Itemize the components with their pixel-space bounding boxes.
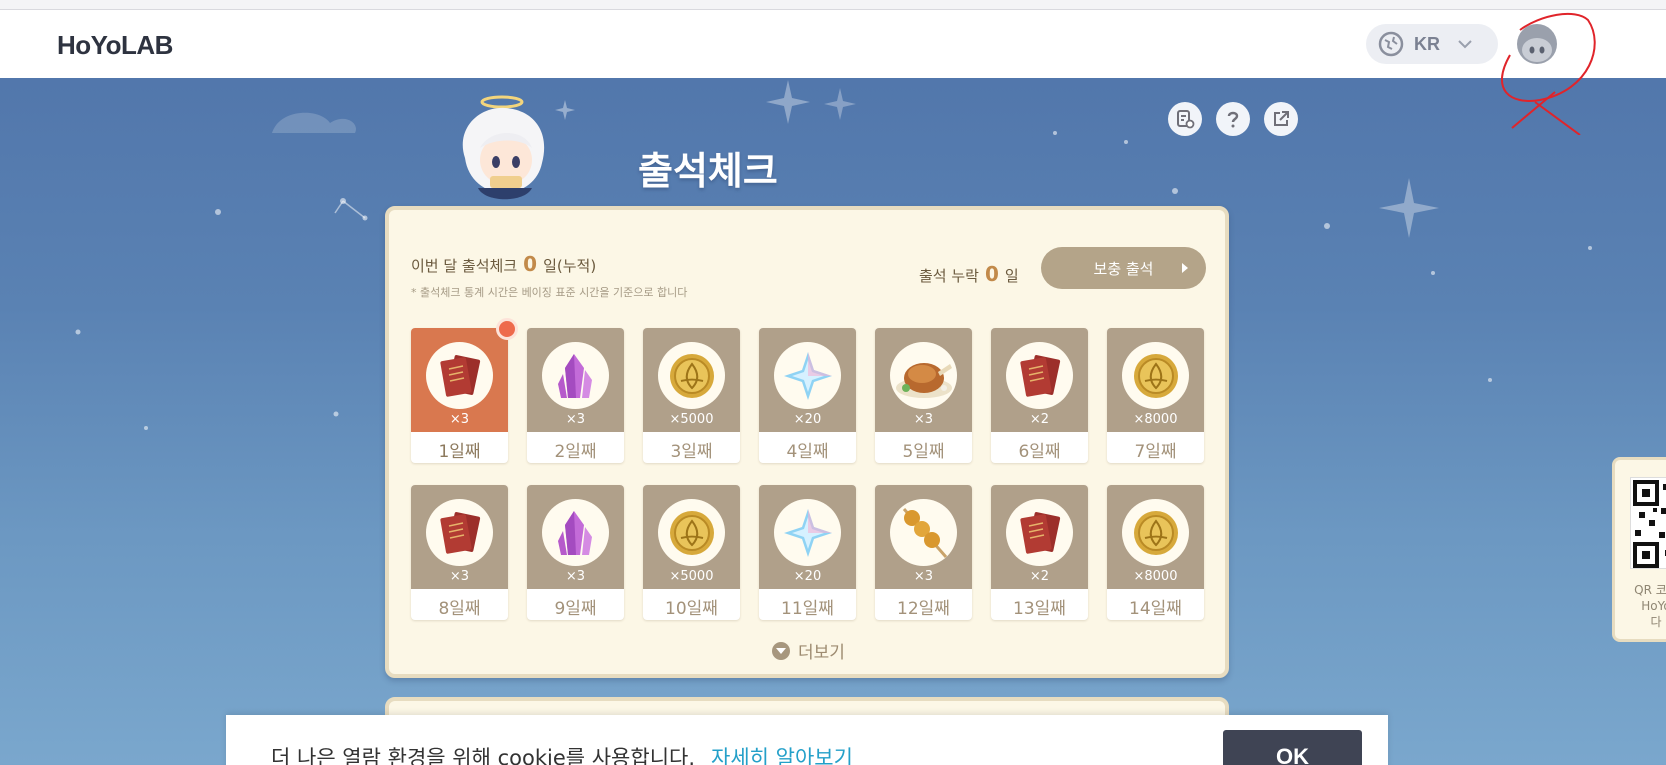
reward-grid: ×3 1일째 ×3 2일째 ×5000 3일째 ×20 4일째 ×3 5일째 ×2 6일째 ×8000 7… <box>411 318 1211 620</box>
external-link-icon <box>1274 111 1289 126</box>
show-more-button[interactable]: 더보기 <box>772 638 845 663</box>
missed-unit: 일 <box>1004 267 1019 285</box>
makeup-checkin-button[interactable]: 보충 출석 <box>1041 247 1206 289</box>
qr-text-line2: HoYo <box>1641 599 1666 613</box>
cookie-learn-more-link[interactable]: 자세히 알아보기 <box>711 742 853 765</box>
day-reward-tile[interactable]: ×8000 14일째 <box>1107 485 1204 620</box>
crystal-icon <box>542 342 609 409</box>
day-label: 13일째 <box>1013 599 1066 619</box>
help-button[interactable] <box>1216 102 1250 136</box>
reward-quantity: ×3 <box>449 412 470 427</box>
history-icon <box>1177 110 1195 129</box>
reward-quantity: ×2 <box>1029 569 1050 584</box>
book-icon <box>426 342 493 409</box>
missed-label: 출석 누락 <box>919 267 979 285</box>
play-arrow-icon <box>1182 263 1188 273</box>
share-button[interactable] <box>1264 102 1298 136</box>
reward-quantity: ×3 <box>565 569 586 584</box>
day-label: 9일째 <box>554 599 597 619</box>
day-reward-tile[interactable]: ×3 2일째 <box>527 328 624 463</box>
reward-quantity: ×3 <box>913 569 934 584</box>
day-label: 12일째 <box>897 599 950 619</box>
reward-quantity: ×20 <box>793 412 822 427</box>
day-reward-tile[interactable]: ×8000 7일째 <box>1107 328 1204 463</box>
cookie-message: 더 나은 열람 환경을 위해 cookie를 사용합니다. <box>271 746 696 765</box>
primogem-icon <box>774 499 841 566</box>
reward-quantity: ×2 <box>1029 412 1050 427</box>
site-header: HoYoLAB KR <box>0 10 1666 78</box>
day-reward-tile[interactable]: ×3 1일째 <box>411 318 518 463</box>
missed-checkin-summary: 출석 누락 0 일 <box>919 262 1019 286</box>
cookie-ok-button[interactable]: OK <box>1223 730 1362 765</box>
timezone-note: * 출석체크 통계 시간은 베이징 표준 시간을 기준으로 합니다 <box>411 286 688 299</box>
day-label: 1일째 <box>438 442 481 462</box>
page-title: 출석체크 <box>638 149 778 193</box>
show-more-label: 더보기 <box>798 643 845 663</box>
qr-code-image <box>1630 477 1666 569</box>
reward-quantity: ×5000 <box>669 569 714 584</box>
notification-dot <box>496 318 518 340</box>
day-label: 2일째 <box>554 442 597 462</box>
day-label: 5일째 <box>902 442 945 462</box>
day-reward-tile[interactable]: ×2 13일째 <box>991 485 1088 620</box>
chicken-icon <box>890 342 957 409</box>
checkin-card: 이번 달 출석체크 0 일(누적) * 출석체크 통계 시간은 베이징 표준 시… <box>385 206 1229 678</box>
book-icon <box>1006 499 1073 566</box>
day-label: 7일째 <box>1134 442 1177 462</box>
day-label: 6일째 <box>1018 442 1061 462</box>
coin-icon <box>1122 499 1189 566</box>
day-label: 14일째 <box>1129 599 1182 619</box>
coin-icon <box>658 342 725 409</box>
primogem-icon <box>774 342 841 409</box>
coin-icon <box>658 499 725 566</box>
browser-top-strip <box>0 0 1666 10</box>
chevron-down-circle-icon <box>772 641 790 660</box>
day-reward-tile[interactable]: ×3 12일째 <box>875 485 972 620</box>
day-label: 4일째 <box>786 442 829 462</box>
region-selector[interactable]: KR <box>1366 24 1498 64</box>
day-reward-tile[interactable]: ×3 5일째 <box>875 328 972 463</box>
day-label: 8일째 <box>438 599 481 619</box>
globe-icon <box>1378 31 1404 57</box>
book-icon <box>426 499 493 566</box>
day-reward-tile[interactable]: ×20 4일째 <box>759 328 856 463</box>
qr-code-panel: QR 코드 HoYo 다 <box>1612 457 1666 642</box>
day-reward-tile[interactable]: ×3 8일째 <box>411 485 508 620</box>
history-button[interactable] <box>1168 102 1202 136</box>
skewer-icon <box>890 499 957 566</box>
reward-quantity: ×8000 <box>1133 412 1178 427</box>
day-reward-tile[interactable]: ×5000 3일째 <box>643 328 740 463</box>
month-count: 0 <box>523 252 538 276</box>
makeup-checkin-label: 보충 출석 <box>1093 259 1154 278</box>
month-unit: 일(누적) <box>543 257 597 275</box>
crystal-icon <box>542 499 609 566</box>
chevron-down-icon <box>1458 40 1472 49</box>
qr-text-line3: 다 <box>1650 615 1662 629</box>
hoyolab-logo[interactable]: HoYoLAB <box>57 30 173 61</box>
qr-text-line1: QR 코드 <box>1634 583 1666 597</box>
cookie-banner: 더 나은 열람 환경을 위해 cookie를 사용합니다. 자세히 알아보기 O… <box>226 715 1388 765</box>
reward-quantity: ×3 <box>449 569 470 584</box>
day-reward-tile[interactable]: ×2 6일째 <box>991 328 1088 463</box>
reward-quantity: ×8000 <box>1133 569 1178 584</box>
region-code: KR <box>1414 33 1440 54</box>
reward-quantity: ×20 <box>793 569 822 584</box>
month-label: 이번 달 출석체크 <box>411 257 518 275</box>
qr-code-text: QR 코드 HoYo 다 <box>1621 582 1666 630</box>
book-icon <box>1006 342 1073 409</box>
monthly-checkin-summary: 이번 달 출석체크 0 일(누적) <box>411 252 596 276</box>
paimon-mascot-image <box>462 95 545 200</box>
reward-quantity: ×3 <box>913 412 934 427</box>
day-label: 10일째 <box>665 599 718 619</box>
missed-count: 0 <box>984 262 999 286</box>
day-label: 11일째 <box>781 599 834 619</box>
reward-quantity: ×5000 <box>669 412 714 427</box>
day-reward-tile[interactable]: ×3 9일째 <box>527 485 624 620</box>
question-icon <box>1227 111 1239 128</box>
day-reward-tile[interactable]: ×20 11일째 <box>759 485 856 620</box>
day-reward-tile[interactable]: ×5000 10일째 <box>643 485 740 620</box>
day-label: 3일째 <box>670 442 713 462</box>
coin-icon <box>1122 342 1189 409</box>
reward-quantity: ×3 <box>565 412 586 427</box>
